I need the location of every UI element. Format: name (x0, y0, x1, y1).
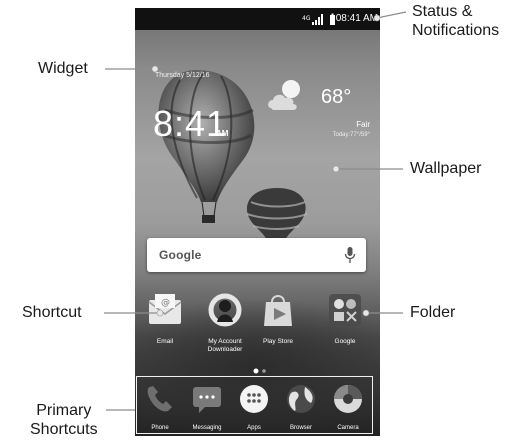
mic-icon[interactable] (344, 246, 356, 264)
app-label: Camera (337, 425, 359, 431)
phone-shortcut[interactable]: Phone (137, 383, 183, 432)
my-account-shortcut[interactable]: My Account Downloader (195, 292, 255, 354)
page-indicator (253, 368, 266, 374)
phone-icon (147, 386, 172, 412)
phone-home-screen: 4G 08:41 AM Thursday 5/12/16 8:41 AM 68°… (135, 8, 380, 436)
callout-line-status (376, 11, 407, 19)
battery-icon (330, 13, 335, 25)
app-label: My Account Downloader (207, 338, 243, 353)
status-bar[interactable]: 4G 08:41 AM (135, 8, 380, 30)
status-time: 08:41 AM (335, 13, 378, 24)
callout-status-line1: Status & (412, 3, 473, 20)
browser-shortcut[interactable]: Browser (278, 383, 324, 432)
primary-shortcuts-dock: Phone Messaging Apps Browser Camera (136, 376, 373, 434)
camera-icon (334, 385, 362, 413)
play-store-shortcut[interactable]: Play Store (248, 292, 308, 346)
google-search-bar[interactable]: Google (147, 238, 366, 272)
email-icon: @ (148, 294, 182, 324)
play-store-icon (264, 295, 292, 326)
messaging-icon (193, 387, 221, 413)
callout-primary-line1: Primary (36, 402, 92, 419)
callout-widget-label: Widget (38, 60, 88, 77)
callout-status-line2: Notifications (412, 22, 500, 39)
svg-text:@: @ (161, 298, 170, 308)
callout-status-label: Status & Notifications (412, 2, 499, 40)
email-shortcut[interactable]: @ Email (135, 292, 195, 346)
callout-wallpaper-label: Wallpaper (410, 160, 482, 177)
callout-primary-line2: Shortcuts (30, 421, 98, 438)
widget-date: Thursday 5/12/16 (155, 72, 210, 79)
apps-shortcut[interactable]: Apps (231, 383, 277, 432)
camera-shortcut[interactable]: Camera (325, 383, 371, 432)
apps-icon (240, 385, 268, 413)
app-label: Phone (151, 425, 169, 431)
my-account-icon (208, 293, 242, 327)
widget-ampm: AM (216, 129, 229, 138)
widget-temperature: 68° (321, 86, 352, 108)
widget-today-range: Today:77°/59° (332, 132, 371, 138)
messaging-shortcut[interactable]: Messaging (184, 383, 230, 432)
svg-text:4G: 4G (302, 15, 311, 22)
widget-condition: Fair (356, 120, 370, 129)
google-folder-icon (329, 294, 361, 326)
app-label: Messaging (192, 425, 222, 431)
callout-shortcut-label: Shortcut (22, 304, 82, 321)
callout-primary-label: Primary Shortcuts (30, 401, 98, 439)
google-folder[interactable]: Google (315, 292, 375, 346)
callout-folder-label: Folder (410, 304, 456, 321)
app-label: Browser (289, 425, 312, 431)
app-label: Play Store (263, 338, 293, 345)
browser-icon (287, 385, 315, 413)
app-label: Email (156, 338, 174, 345)
app-label: Apps (247, 425, 261, 431)
partly-sunny-icon (268, 80, 300, 110)
google-logo: Google (159, 248, 202, 262)
app-label: Google (334, 338, 356, 345)
